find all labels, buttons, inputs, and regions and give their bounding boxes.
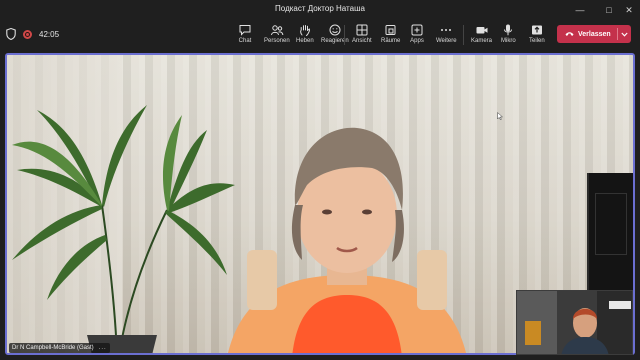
self-view-video[interactable] bbox=[516, 290, 633, 355]
participant-options-button[interactable]: ... bbox=[99, 345, 107, 351]
close-icon[interactable]: ✕ bbox=[620, 3, 638, 17]
meeting-timer: 42:05 bbox=[39, 29, 60, 39]
chat-icon bbox=[239, 25, 251, 36]
leave-options-button[interactable] bbox=[618, 25, 631, 43]
rooms-icon bbox=[385, 25, 396, 35]
window-title: Подкаст Доктор Наташа bbox=[275, 4, 365, 13]
camera-icon bbox=[476, 27, 487, 34]
mic-button[interactable]: Mikro bbox=[501, 24, 516, 48]
view-label: Ansicht bbox=[352, 38, 372, 44]
view-icon bbox=[356, 24, 368, 36]
phone-hangup-icon bbox=[565, 32, 574, 36]
leave-label: Verlassen bbox=[578, 30, 611, 38]
participant-name: Dr N Campbell-McBride (Gast) bbox=[12, 345, 94, 351]
toolbar-divider bbox=[344, 25, 345, 45]
raise-hand-label: Heben bbox=[296, 38, 314, 44]
meeting-status: 42:05 bbox=[6, 28, 59, 40]
share-icon bbox=[531, 25, 542, 35]
minimize-icon[interactable]: — bbox=[571, 3, 589, 17]
shield-icon bbox=[6, 28, 16, 40]
mic-label: Mikro bbox=[501, 38, 516, 44]
apps-label: Apps bbox=[410, 38, 424, 44]
raise-hand-icon bbox=[300, 25, 310, 36]
share-label: Teilen bbox=[529, 38, 545, 44]
leave-button-group: Verlassen bbox=[557, 25, 631, 43]
raise-hand-button[interactable]: Heben bbox=[296, 24, 314, 48]
participant-name-tag: Dr N Campbell-McBride (Gast) ... bbox=[9, 343, 110, 353]
chat-label: Chat bbox=[238, 38, 252, 44]
more-icon bbox=[441, 29, 452, 31]
title-bar: Подкаст Доктор Наташа — □ ✕ bbox=[0, 0, 640, 20]
mic-icon bbox=[504, 24, 513, 36]
chevron-down-icon bbox=[621, 32, 628, 37]
more-button[interactable]: Weitere bbox=[436, 24, 457, 48]
participant-video bbox=[228, 127, 466, 353]
people-button[interactable]: Personen bbox=[264, 24, 290, 48]
mouse-cursor-icon bbox=[497, 112, 503, 120]
self-view-illustration bbox=[517, 291, 632, 354]
apps-button[interactable]: Apps bbox=[410, 24, 424, 48]
toolbar-divider bbox=[463, 25, 464, 45]
maximize-icon[interactable]: □ bbox=[600, 3, 618, 17]
apps-icon bbox=[411, 24, 423, 36]
react-icon bbox=[329, 24, 341, 36]
people-label: Personen bbox=[264, 38, 290, 44]
share-button[interactable]: Teilen bbox=[529, 24, 545, 48]
rooms-button[interactable]: Räume bbox=[381, 24, 400, 48]
more-label: Weitere bbox=[436, 38, 457, 44]
view-button[interactable]: Ansicht bbox=[352, 24, 372, 48]
camera-label: Kamera bbox=[471, 38, 493, 44]
recording-icon bbox=[23, 29, 32, 39]
rooms-label: Räume bbox=[381, 38, 401, 44]
people-icon bbox=[270, 25, 284, 36]
chat-button[interactable]: Chat bbox=[238, 24, 252, 48]
camera-button[interactable]: Kamera bbox=[471, 24, 492, 48]
leave-button[interactable]: Verlassen bbox=[557, 25, 617, 43]
